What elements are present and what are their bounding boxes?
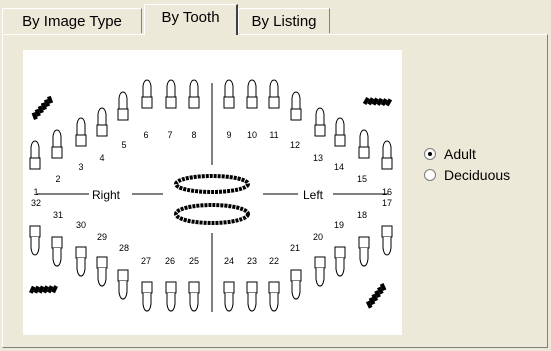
lower-tooth[interactable] — [75, 246, 87, 277]
lower-tooth[interactable] — [381, 225, 393, 256]
lower-tooth[interactable] — [141, 281, 153, 312]
tooth-chart: Right Left 1 2 3 4 5 6 7 8 9 10 11 12 13 14 15 16 32 31 30… — [23, 50, 402, 335]
lower-left-occlusal-icon — [365, 283, 387, 309]
upper-tooth-number: 6 — [143, 130, 149, 140]
upper-tooth-number: 12 — [289, 140, 300, 150]
upper-tooth[interactable] — [268, 79, 280, 109]
lower-tooth[interactable] — [96, 256, 108, 287]
upper-tooth-number: 16 — [381, 187, 392, 197]
lower-tooth[interactable] — [165, 281, 177, 312]
upper-tooth[interactable] — [96, 107, 108, 137]
deciduous-radio-dot[interactable] — [424, 168, 436, 181]
right-side-label: Right — [92, 188, 121, 202]
upper-tooth-number: 2 — [55, 174, 61, 184]
upper-tooth[interactable] — [75, 117, 87, 147]
lower-tooth-number: 19 — [333, 220, 344, 230]
upper-tooth[interactable] — [314, 107, 326, 137]
upper-tooth-number: 9 — [226, 130, 232, 140]
upper-tooth-number: 4 — [99, 153, 105, 163]
upper-tooth[interactable] — [165, 79, 177, 109]
upper-tooth-number: 14 — [333, 162, 344, 172]
upper-tooth[interactable] — [117, 91, 129, 121]
lower-tooth[interactable] — [246, 281, 258, 312]
lower-tooth[interactable] — [268, 281, 280, 312]
upper-tooth[interactable] — [358, 129, 370, 159]
tab-by-listing[interactable]: By Listing — [238, 8, 330, 33]
tab-by-image-type[interactable]: By Image Type — [2, 8, 142, 33]
upper-tooth[interactable] — [381, 140, 393, 170]
upper-tooth[interactable] — [29, 140, 41, 170]
upper-tooth-number: 11 — [269, 130, 279, 140]
lower-tooth-number: 28 — [118, 243, 129, 253]
dentition-selector: Adult Deciduous — [424, 143, 510, 185]
lower-tooth[interactable] — [117, 269, 129, 300]
lower-tooth[interactable] — [314, 256, 326, 287]
lower-tooth-number: 24 — [223, 256, 234, 266]
lower-tooth[interactable] — [51, 236, 63, 267]
upper-tooth[interactable] — [51, 129, 63, 159]
lower-tooth-number: 32 — [30, 198, 41, 208]
lower-tooth[interactable] — [223, 281, 235, 312]
upper-tooth-number: 7 — [167, 130, 173, 140]
lower-tooth-number: 29 — [96, 232, 107, 242]
adult-radio[interactable]: Adult — [424, 143, 510, 164]
upper-tooth-number: 5 — [121, 140, 127, 150]
upper-tooth[interactable] — [334, 117, 346, 147]
upper-tooth[interactable] — [141, 79, 153, 109]
upper-tooth[interactable] — [246, 79, 258, 109]
upper-arch-occlusal-icon — [174, 174, 250, 194]
adult-radio-dot[interactable] — [424, 147, 436, 160]
lower-tooth-number: 31 — [52, 210, 63, 220]
tooth-chart-canvas — [28, 79, 393, 312]
lower-tooth[interactable] — [188, 281, 200, 312]
lower-tooth-number: 21 — [289, 243, 300, 253]
lower-tooth-number: 23 — [246, 256, 257, 266]
upper-tooth-number: 3 — [78, 162, 84, 172]
upper-tooth-number: 8 — [191, 130, 197, 140]
tab-strip: By Image Type By Tooth By Listing — [2, 4, 549, 35]
lower-tooth-number: 18 — [356, 210, 367, 220]
lower-tooth-number: 17 — [381, 198, 392, 208]
upper-tooth-number: 1 — [33, 187, 39, 197]
lower-tooth[interactable] — [290, 269, 302, 300]
upper-tooth-number: 15 — [356, 174, 367, 184]
deciduous-radio[interactable]: Deciduous — [424, 164, 510, 185]
lower-tooth[interactable] — [29, 225, 41, 256]
tab-by-tooth[interactable]: By Tooth — [144, 4, 238, 35]
lower-tooth[interactable] — [358, 236, 370, 267]
upper-tooth[interactable] — [290, 91, 302, 121]
upper-tooth[interactable] — [188, 79, 200, 109]
lower-tooth-number: 22 — [268, 256, 279, 266]
adult-radio-label: Adult — [444, 145, 476, 162]
lower-tooth[interactable] — [334, 246, 346, 277]
lower-tooth-number: 20 — [312, 232, 323, 242]
upper-left-occlusal-icon — [362, 96, 393, 107]
upper-tooth-number: 10 — [246, 130, 257, 140]
lower-tooth-number: 26 — [164, 256, 175, 266]
lower-tooth-number: 27 — [140, 256, 151, 266]
lower-arch-occlusal-icon — [174, 203, 250, 225]
lower-tooth-number: 25 — [188, 256, 199, 266]
upper-right-occlusal-icon — [31, 95, 54, 120]
upper-tooth[interactable] — [223, 79, 235, 109]
lower-right-occlusal-icon — [28, 285, 58, 294]
left-side-label: Left — [303, 188, 324, 202]
upper-tooth-number: 13 — [312, 153, 323, 163]
deciduous-radio-label: Deciduous — [444, 166, 511, 183]
lower-tooth-number: 30 — [75, 220, 86, 230]
